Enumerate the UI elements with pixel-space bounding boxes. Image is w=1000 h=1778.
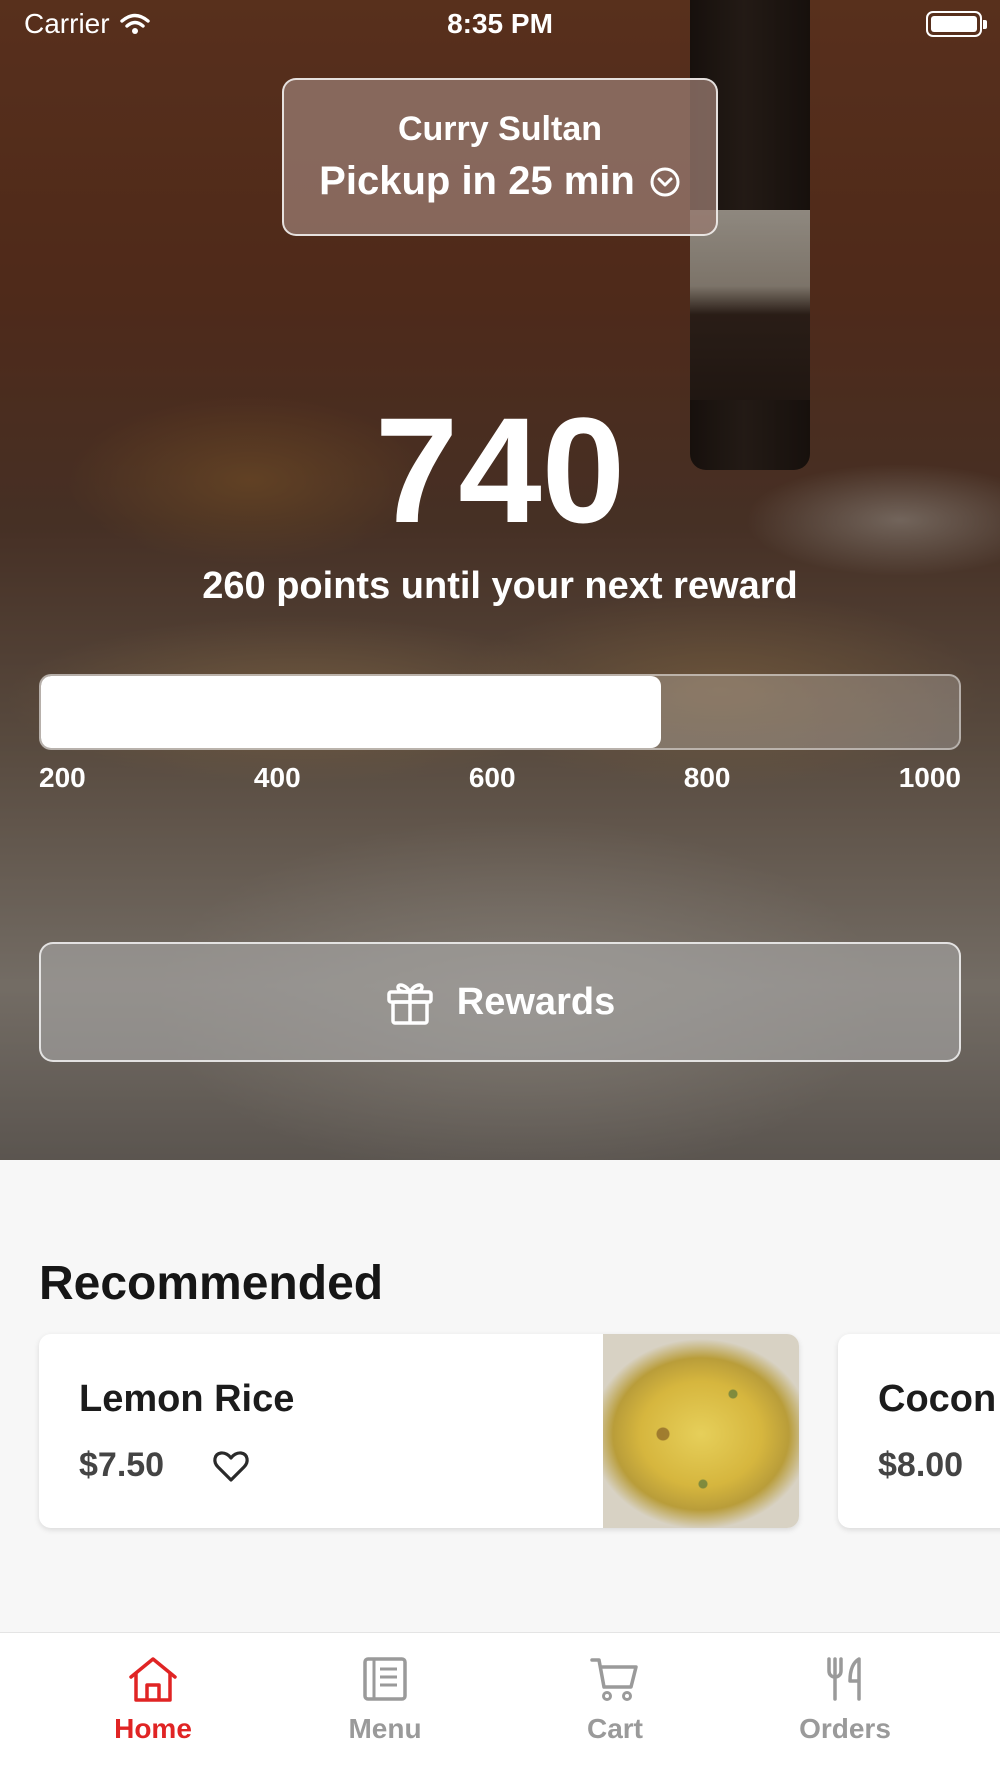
- tab-menu-label: Menu: [348, 1713, 422, 1744]
- item-name: Lemon Rice: [79, 1378, 295, 1420]
- status-bar: Carrier 8:35 PM: [0, 0, 1000, 50]
- lemon-rice-image: [603, 1334, 799, 1528]
- tab-home[interactable]: Home: [73, 1655, 233, 1745]
- tab-orders[interactable]: Orders: [765, 1655, 925, 1745]
- recommended-item-card[interactable]: Lemon Rice $7.50: [39, 1334, 799, 1528]
- progress-tick-label: 800: [683, 762, 731, 793]
- restaurant-name: Curry Sultan: [397, 110, 603, 148]
- tab-orders-label: Orders: [799, 1713, 891, 1744]
- tab-cart[interactable]: Cart: [535, 1655, 695, 1745]
- gift-icon: [387, 983, 433, 1025]
- recommended-item-card[interactable]: Cocon $8.00: [838, 1334, 1000, 1528]
- battery-icon: [926, 11, 987, 37]
- pickup-time-label: Pickup in 25 min: [319, 159, 635, 203]
- chevron-down-circle-icon: [650, 167, 680, 196]
- tab-home-label: Home: [114, 1713, 192, 1744]
- home-screen: Carrier 8:35 PM Curry Sultan Pickup in 2…: [0, 0, 1000, 1778]
- heart-icon[interactable]: [211, 1446, 251, 1486]
- points-until-reward: 260 points until your next reward: [202, 565, 798, 607]
- rewards-button[interactable]: Rewards: [39, 942, 961, 1062]
- item-name: Cocon: [878, 1378, 997, 1420]
- tab-cart-label: Cart: [586, 1713, 643, 1744]
- item-price: $8.00: [878, 1446, 964, 1484]
- status-time: 8:35 PM: [447, 8, 553, 39]
- rewards-button-label: Rewards: [456, 980, 616, 1023]
- utensils-icon: [827, 1657, 861, 1701]
- reward-progress-fill: [41, 676, 661, 748]
- home-icon: [129, 1657, 177, 1702]
- item-price: $7.50: [79, 1446, 165, 1484]
- recommended-heading: Recommended: [39, 1257, 384, 1310]
- progress-tick-label: 1000: [898, 762, 961, 793]
- bottom-tab-bar: Home Menu Cart Orders: [0, 1632, 1000, 1778]
- progress-tick-label: 400: [253, 762, 301, 793]
- pickup-time-row: Pickup in 25 min: [284, 159, 716, 204]
- pickup-location-selector[interactable]: Curry Sultan Pickup in 25 min: [282, 78, 718, 236]
- menu-icon: [363, 1657, 407, 1701]
- progress-tick-label: 200: [39, 762, 86, 793]
- reward-progress-bar: [39, 674, 961, 750]
- points-balance: 740: [374, 386, 626, 554]
- progress-tick-label: 600: [468, 762, 516, 793]
- cart-icon: [590, 1658, 638, 1701]
- tab-menu[interactable]: Menu: [305, 1655, 465, 1745]
- progress-scale: 200 400 600 800 1000: [39, 762, 961, 802]
